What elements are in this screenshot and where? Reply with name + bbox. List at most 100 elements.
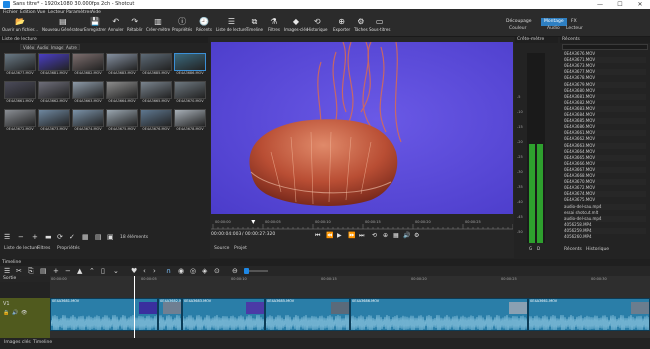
toolbar-button-filters[interactable]: ⚗ Filtres [268,17,280,36]
tl-copy-icon[interactable]: ⎘ [28,267,34,276]
toolbar-button-folder[interactable]: 📂 Ouvrir un fichier... [2,17,38,36]
recent-item[interactable]: 0E4A3673.MOV [564,63,646,69]
layout-player[interactable]: Lecteur [566,26,583,31]
tl-marker-icon[interactable]: ⌄ [113,267,119,275]
check-icon[interactable]: ✓ [69,233,75,241]
tl-cut-icon[interactable]: ✂ [16,267,22,275]
toolbar-button-properties[interactable]: ⓘ Propriétés [172,17,192,36]
toolbar-button-playlist[interactable]: ☰ Liste de lecture [216,17,247,36]
toolbar-button-peak-meter[interactable]: ▥ Créer-mètre [146,17,170,36]
tl-ripple-icon[interactable]: ◎ [190,267,196,275]
recent-item[interactable]: 4056260.MP4 [564,234,646,240]
recent-item[interactable]: 0E4A3677.MOV [564,69,646,76]
mute-icon[interactable]: 🔊 [12,310,18,316]
playlist-item[interactable]: 0E4A3682.MOV [72,53,104,77]
menu-edit[interactable]: Édition [20,10,36,15]
tab-properties[interactable]: Propriétés [57,246,80,251]
recent-item[interactable]: 0E4A3679.MOV [564,81,646,88]
playlist-item[interactable]: 0E4A3685.MOV [140,53,172,77]
tab-project[interactable]: Projet [234,246,247,251]
grid-icon[interactable]: ▦ [393,232,399,239]
toolbar-button-history[interactable]: ⟲ Historique [307,17,328,36]
settings-icon[interactable]: ⚙ [414,232,419,239]
timeline-clip[interactable]: 0E4A3685.MOV [265,298,350,331]
playlist-item[interactable]: 0E4A3661.MOV [4,81,36,105]
playlist-item[interactable]: 0E4A3681.MOV [38,53,70,77]
toolbar-button-keyframes[interactable]: ◆ Images-clés [284,17,308,36]
menu-view[interactable]: Vue [37,10,45,15]
append-icon[interactable]: ▬ [45,233,52,241]
icon-view-icon[interactable]: ▣ [107,233,114,241]
recent-item[interactable]: 0E4A3678.MOV [564,75,646,81]
layout-audio[interactable]: Audio [547,26,560,31]
fast-forward-icon[interactable]: ⏩ [348,232,355,239]
tl-append-icon[interactable]: + [53,267,59,275]
tab-keyframes[interactable]: Images clés [4,340,31,345]
tl-ripple-all-icon[interactable]: ◈ [202,267,207,275]
volume-icon[interactable]: 🔊 [403,232,410,239]
tab-source[interactable]: Source [214,246,229,251]
player-timeline-ruler[interactable]: 00:00:00 00:00:05 00:00:10 00:00:15 00:00:20… [211,220,514,230]
menu-help[interactable]: Aide [91,10,101,15]
playlist-item[interactable]: 0E4A3673.MOV [38,109,70,133]
playlist-item[interactable]: 0E4A3675.MOV [106,109,138,133]
toolbar-button-save[interactable]: 💾 Enregistrer [84,17,106,36]
tab-filters[interactable]: Filtres [37,246,50,251]
grid-view-icon[interactable]: ▦ [82,233,89,241]
tl-overwrite-icon[interactable]: ⌃ [89,267,95,275]
lock-icon[interactable]: 🔒 [3,310,9,316]
tab-timeline[interactable]: Timeline [33,340,52,345]
playlist-item[interactable]: 0E4A3676.MOV [140,109,172,133]
recent-item[interactable]: 0E4A3683.MOV [564,105,646,112]
playlist-item[interactable]: 0E4A3674.MOV [72,109,104,133]
maximize-button[interactable]: ☐ [610,0,630,9]
timeline-clip[interactable]: 0E4A3661.MOV [528,298,650,331]
tab-history[interactable]: Historique [586,247,609,252]
tl-remove-icon[interactable]: − [65,267,71,275]
timeline-clip[interactable]: 0E4A3681.MOV [50,298,158,331]
recent-item[interactable]: 0E4A3667.MOV [564,166,646,173]
layout-montage[interactable]: Montage [541,18,567,26]
toolbar-button-generator[interactable]: ▤ Nouveau Générateur [42,17,84,36]
current-timecode[interactable]: 00:00:04:003 [211,232,241,237]
timeline-clip[interactable]: 0E4A3686.MOV [350,298,528,331]
layout-fx[interactable]: FX [568,18,580,26]
recent-item[interactable]: audio-del-sau.mp4 [564,203,646,210]
loop-icon[interactable]: ⟲ [372,232,377,239]
skip-previous-icon[interactable]: ⏮ [315,232,320,240]
recent-item[interactable]: 0E4A3672.MOV [564,185,646,191]
tl-paste-icon[interactable]: ▤ [40,267,47,275]
menu-icon[interactable]: ☰ [4,233,10,241]
detail-view-icon[interactable]: ▤ [95,233,102,241]
playlist-item[interactable]: 0E4A3664.MOV [106,81,138,105]
playlist-item[interactable]: 0E4A3678.MOV [174,109,206,133]
tl-prev-marker-icon[interactable]: ‹ [143,267,146,275]
plus-icon[interactable]: + [32,233,38,241]
playlist-item[interactable]: 0E4A3683.MOV [106,53,138,77]
tl-snap-icon[interactable]: ∩ [166,267,171,275]
tl-menu-icon[interactable]: ☰ [4,267,10,275]
toolbar-button-redo[interactable]: ↷ Rétablir [127,17,143,36]
timeline-clip[interactable]: 0E4A3682.MOV [158,298,182,331]
zoom-icon[interactable]: ⊕ [383,232,388,239]
toolbar-button-recent[interactable]: 🕘 Récents [196,17,212,36]
playlist-item[interactable]: 0E4A3677.MOV [4,53,36,77]
toolbar-button-timeline[interactable]: ⧉ Timeline [246,17,263,36]
recent-item[interactable]: 0E4A3681.MOV [564,93,646,100]
tl-zoom-out-icon[interactable]: ⊖ [232,267,238,275]
menu-player[interactable]: Lecteur [48,10,65,15]
tl-zoom-handle[interactable] [244,268,249,274]
layout-color[interactable]: Couleur [509,26,526,31]
tab-playlist[interactable]: Liste de lecture [4,246,39,251]
recent-item[interactable]: audio-del-sau.mp4 [564,215,646,222]
recent-item[interactable]: essai shotcut.mlt [564,210,646,216]
recent-item[interactable]: 0E4A3664.MOV [564,149,646,155]
skip-next-icon[interactable]: ⏭ [359,232,364,240]
menu-settings[interactable]: Paramètres [66,10,92,15]
playlist-item[interactable]: 0E4A3686.MOV [174,53,206,77]
recent-item[interactable]: 0E4A3662.MOV [564,136,646,142]
toolbar-button-undo[interactable]: ↶ Annuler [108,17,124,36]
recent-item[interactable]: 0E4A3668.MOV [564,173,646,179]
recent-item[interactable]: 4056259.MP4 [564,227,646,234]
recent-item[interactable]: 0E4A3661.MOV [564,130,646,137]
